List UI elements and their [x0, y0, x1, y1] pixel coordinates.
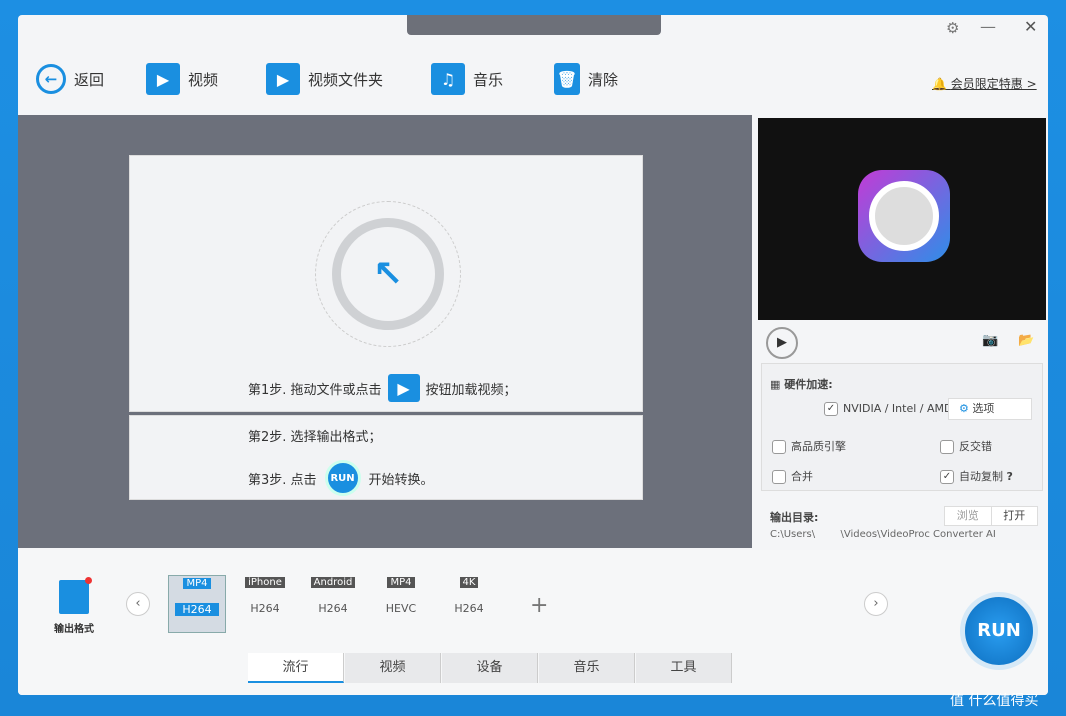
- step2-text: 第2步. 选择输出格式；: [248, 430, 382, 445]
- music-add-icon: ♫: [431, 63, 465, 95]
- format-container: Android: [310, 577, 356, 588]
- step23-card: 第2步. 选择输出格式； 第3步. 点击 RUN 开始转换。: [129, 415, 643, 500]
- drop-arrow-icon[interactable]: ↖: [332, 218, 444, 330]
- output-dir-label: 输出目录:: [770, 511, 819, 524]
- tab-1[interactable]: 视频: [345, 653, 441, 683]
- tab-4[interactable]: 工具: [636, 653, 732, 683]
- gear-icon: ⚙: [959, 402, 969, 415]
- video-add-icon[interactable]: ▶: [387, 374, 420, 402]
- merge-checkbox[interactable]: 合并: [772, 468, 813, 484]
- format-item[interactable]: iPhone H264: [236, 575, 294, 633]
- run-button[interactable]: RUN: [960, 592, 1038, 670]
- minimize-button[interactable]: —: [980, 17, 996, 36]
- camera-icon[interactable]: 📷: [982, 333, 998, 348]
- format-container: MP4: [387, 577, 415, 588]
- chip-icon: ▦: [770, 378, 781, 391]
- format-codec: H264: [250, 602, 280, 615]
- settings-gear-icon[interactable]: ⚙: [946, 19, 959, 37]
- output-format-button[interactable]: 输出格式: [54, 577, 94, 635]
- title-tab: [407, 15, 661, 35]
- video-label: 视频: [188, 70, 219, 89]
- close-button[interactable]: ✕: [1024, 17, 1037, 36]
- options-button[interactable]: ⚙ 选项: [948, 398, 1032, 420]
- video-add-icon: ▶: [146, 63, 180, 95]
- tab-3[interactable]: 音乐: [539, 653, 635, 683]
- open-button[interactable]: 打开: [992, 507, 1038, 525]
- options-panel: ▦ 硬件加速: ✓ NVIDIA / Intel / AMD ⚙ 选项 高品质引擎…: [761, 363, 1043, 491]
- back-label: 返回: [74, 70, 105, 89]
- step1-card: ↖ 第1步. 拖动文件或点击 ▶ 按钮加载视频；: [129, 155, 643, 412]
- step1-text: 第1步. 拖动文件或点击: [248, 382, 382, 398]
- hw-accel-label: ▦ 硬件加速:: [770, 378, 833, 391]
- clear-label: 清除: [588, 70, 619, 89]
- play-button[interactable]: ▶: [766, 327, 798, 359]
- format-codec: HEVC: [385, 602, 417, 615]
- add-folder-button[interactable]: ▶ 视频文件夹: [266, 59, 383, 99]
- format-item[interactable]: MP4 H264: [168, 575, 226, 633]
- format-item[interactable]: Android H264: [304, 575, 362, 633]
- folder-label: 视频文件夹: [308, 70, 384, 89]
- folder-add-icon: ▶: [266, 63, 300, 95]
- gpu-checkbox[interactable]: ✓ NVIDIA / Intel / AMD: [824, 402, 952, 416]
- music-label: 音乐: [473, 70, 504, 89]
- format-container: iPhone: [245, 577, 285, 588]
- deinterlace-checkbox[interactable]: 反交错: [940, 438, 992, 454]
- back-button[interactable]: ← 返回: [36, 59, 104, 99]
- add-music-button[interactable]: ♫ 音乐: [431, 59, 503, 99]
- tab-2[interactable]: 设备: [442, 653, 538, 683]
- format-item[interactable]: MP4 HEVC: [372, 575, 430, 633]
- app-window: ⚙ — ✕ ← 返回 ▶ 视频 ▶ 视频文件夹 ♫ 音乐 🗑 清除 🔔 会员限定特惠 >…: [18, 15, 1048, 695]
- format-item[interactable]: 4K H264: [440, 575, 498, 633]
- dir-buttons: 浏览 打开: [944, 506, 1038, 526]
- add-format-button[interactable]: +: [530, 593, 548, 618]
- format-container: 4K: [459, 577, 479, 588]
- step3-text-2: 开始转换。: [368, 472, 434, 488]
- step3-text: 第3步. 点击: [248, 472, 317, 488]
- hq-engine-checkbox[interactable]: 高品质引擎: [772, 438, 846, 454]
- step1-text-2: 按钮加载视频；: [425, 382, 517, 398]
- promo-label: 会员限定特惠 >: [950, 77, 1037, 91]
- clear-button[interactable]: 🗑 清除: [554, 59, 618, 99]
- bell-icon: 🔔: [932, 77, 947, 91]
- trash-icon: 🗑: [554, 63, 580, 95]
- app-logo: [858, 170, 950, 262]
- browse-button[interactable]: 浏览: [945, 507, 992, 525]
- format-container: MP4: [183, 578, 211, 589]
- run-small-icon: RUN: [324, 460, 361, 496]
- next-arrow-button[interactable]: ›: [864, 592, 888, 616]
- prev-arrow-button[interactable]: ‹: [126, 592, 150, 616]
- format-codec: H264: [175, 603, 219, 616]
- folder-icon[interactable]: 📂: [1018, 333, 1034, 348]
- format-codec: H264: [454, 602, 484, 615]
- film-reel-icon: [869, 181, 939, 251]
- auto-copy-checkbox[interactable]: ✓ 自动复制 ?: [940, 468, 1013, 484]
- back-arrow-icon: ←: [36, 64, 66, 94]
- output-path: C:\Users\ \Videos\VideoProc Converter AI: [770, 529, 996, 540]
- drop-area[interactable]: ↖ 第1步. 拖动文件或点击 ▶ 按钮加载视频； 第2步. 选择输出格式； 第3…: [18, 115, 752, 548]
- format-codec: H264: [318, 602, 348, 615]
- watermark: 值 什么值得买: [950, 693, 1039, 709]
- promo-link[interactable]: 🔔 会员限定特惠 >: [932, 75, 1037, 92]
- format-settings-icon: [59, 577, 92, 614]
- tab-0[interactable]: 流行: [248, 653, 344, 683]
- add-video-button[interactable]: ▶ 视频: [146, 59, 218, 99]
- help-icon[interactable]: ?: [1007, 470, 1013, 483]
- video-preview: [758, 118, 1046, 320]
